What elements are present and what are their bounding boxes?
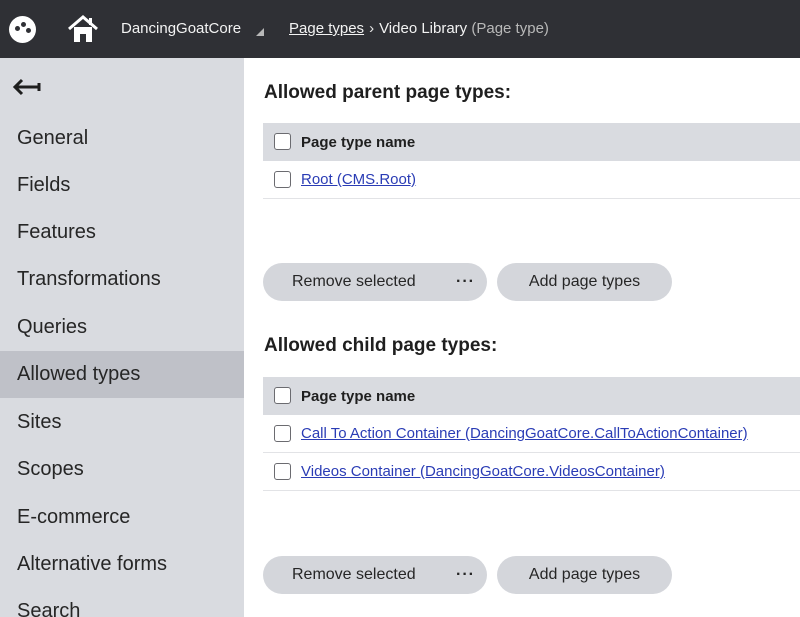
- child-add-page-types-button[interactable]: Add page types: [497, 556, 672, 594]
- child-grid-header: Page type name: [263, 377, 800, 415]
- child-column-header: Page type name: [301, 388, 416, 405]
- child-section-title: Allowed child page types:: [264, 335, 498, 356]
- top-bar: DancingGoatCore Page types › Video Library…: [0, 0, 800, 58]
- breadcrumb-separator-icon: ›: [369, 20, 375, 37]
- sidebar-item-sites[interactable]: Sites: [0, 399, 244, 446]
- back-arrow-icon[interactable]: [12, 78, 42, 96]
- main-content: Allowed parent page types: Page type nam…: [244, 58, 800, 617]
- parent-column-header: Page type name: [301, 134, 416, 151]
- table-row: Videos Container (DancingGoatCore.Videos…: [263, 453, 800, 491]
- site-selector[interactable]: DancingGoatCore: [121, 20, 241, 37]
- page-type-link[interactable]: Root (CMS.Root): [301, 171, 416, 188]
- parent-add-page-types-button[interactable]: Add page types: [497, 263, 672, 301]
- child-remove-selected-button[interactable]: Remove selected ···: [263, 556, 487, 594]
- sidebar-item-alternative-forms[interactable]: Alternative forms: [0, 541, 244, 588]
- breadcrumb: Page types › Video Library (Page type): [289, 20, 549, 37]
- remove-selected-label: Remove selected: [292, 566, 416, 583]
- parent-remove-selected-button[interactable]: Remove selected ···: [263, 263, 487, 301]
- sidebar-item-queries[interactable]: Queries: [0, 304, 244, 351]
- table-row: Call To Action Container (DancingGoatCor…: [263, 415, 800, 453]
- parent-grid-header: Page type name: [263, 123, 800, 161]
- page-type-link[interactable]: Videos Container (DancingGoatCore.Videos…: [301, 463, 665, 480]
- parent-section-title: Allowed parent page types:: [264, 82, 512, 103]
- breadcrumb-page-types-link[interactable]: Page types: [289, 20, 364, 37]
- sidebar-item-transformations[interactable]: Transformations: [0, 256, 244, 303]
- sidebar: General Fields Features Transformations …: [0, 58, 244, 617]
- row-checkbox[interactable]: [274, 425, 291, 442]
- sidebar-item-search[interactable]: Search: [0, 588, 244, 617]
- row-checkbox[interactable]: [274, 171, 291, 188]
- table-row: Root (CMS.Root): [263, 161, 800, 199]
- child-select-all-checkbox[interactable]: [274, 387, 291, 404]
- site-dropdown-caret-icon[interactable]: [256, 28, 264, 36]
- more-actions-icon[interactable]: ···: [456, 263, 475, 301]
- parent-select-all-checkbox[interactable]: [274, 133, 291, 150]
- sidebar-item-fields[interactable]: Fields: [0, 162, 244, 209]
- sidebar-item-e-commerce[interactable]: E-commerce: [0, 494, 244, 541]
- row-checkbox[interactable]: [274, 463, 291, 480]
- remove-selected-label: Remove selected: [292, 273, 416, 290]
- sidebar-item-allowed-types[interactable]: Allowed types: [0, 351, 244, 398]
- more-actions-icon[interactable]: ···: [456, 556, 475, 594]
- breadcrumb-current: Video Library: [379, 20, 468, 37]
- app-logo-icon[interactable]: [9, 16, 36, 43]
- page-type-link[interactable]: Call To Action Container (DancingGoatCor…: [301, 425, 748, 442]
- sidebar-item-general[interactable]: General: [0, 115, 244, 162]
- sidebar-item-features[interactable]: Features: [0, 209, 244, 256]
- home-icon[interactable]: [67, 14, 99, 44]
- sidebar-item-scopes[interactable]: Scopes: [0, 446, 244, 493]
- breadcrumb-current-type: (Page type): [471, 20, 549, 37]
